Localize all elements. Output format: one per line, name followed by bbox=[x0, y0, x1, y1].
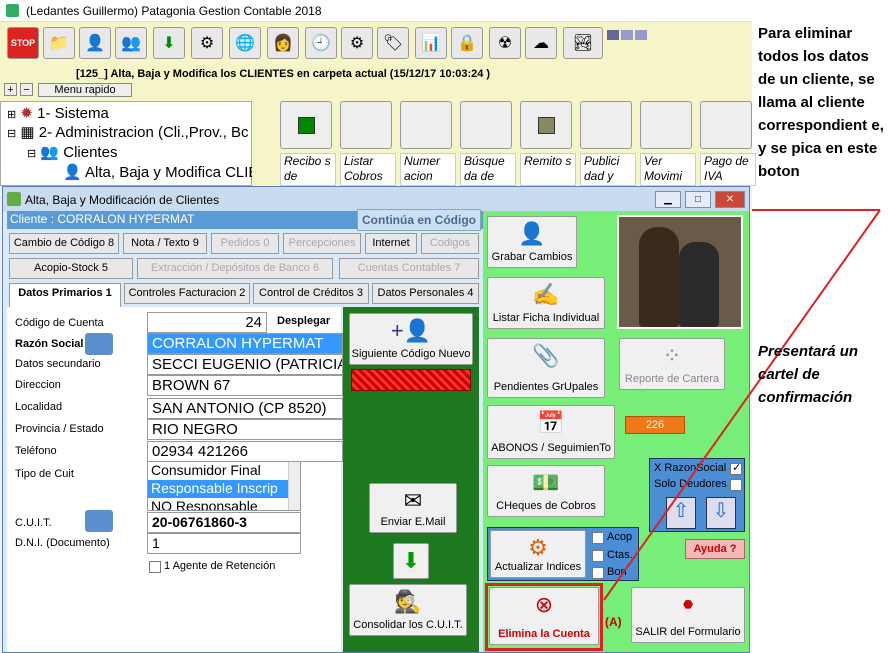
annotation-arrow bbox=[603, 209, 881, 601]
annotation-note: Para eliminar todos los datos de un clie… bbox=[758, 25, 884, 180]
annotation-note-confirm: Presentará un cartel de confirmación bbox=[758, 343, 859, 406]
